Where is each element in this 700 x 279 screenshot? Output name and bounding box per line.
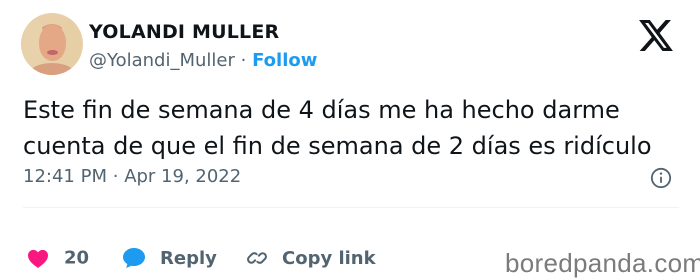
avatar[interactable] (21, 13, 83, 75)
reply-bubble-icon (123, 248, 145, 268)
meta-separator: · (112, 166, 119, 187)
tweet-text-line: cuenta de que el fin de semana de 2 días… (23, 132, 652, 160)
copy-link-label: Copy link (282, 247, 376, 269)
info-icon[interactable] (650, 167, 672, 189)
handle-separator: · (240, 50, 247, 71)
follow-button[interactable]: Follow (252, 50, 317, 71)
reply-label: Reply (160, 247, 217, 269)
heart-icon (28, 249, 48, 268)
handle-row: @Yolandi_Muller · Follow (89, 50, 317, 71)
tweet-text: Este fin de semana de 4 días me ha hecho… (23, 92, 683, 164)
like-count: 20 (64, 247, 90, 269)
like-button[interactable]: 20 (27, 248, 89, 269)
tweet-date[interactable]: Apr 19, 2022 (124, 166, 241, 187)
link-icon (247, 252, 267, 264)
divider (23, 207, 679, 208)
x-logo-icon[interactable] (639, 20, 673, 51)
watermark: boredpanda.com (505, 248, 700, 278)
tweet-card: YOLANDI MULLER @Yolandi_Muller · Follow … (0, 0, 700, 278)
tweet-text-line: Este fin de semana de 4 días me ha hecho… (23, 96, 620, 124)
tweet-meta: 12:41 PM · Apr 19, 2022 (23, 166, 241, 187)
tweet-time[interactable]: 12:41 PM (23, 166, 107, 187)
author-name[interactable]: YOLANDI MULLER (89, 21, 279, 43)
copy-link-button[interactable]: Copy link (246, 247, 376, 269)
reply-button[interactable]: Reply (122, 247, 217, 269)
author-handle[interactable]: @Yolandi_Muller (89, 50, 235, 71)
